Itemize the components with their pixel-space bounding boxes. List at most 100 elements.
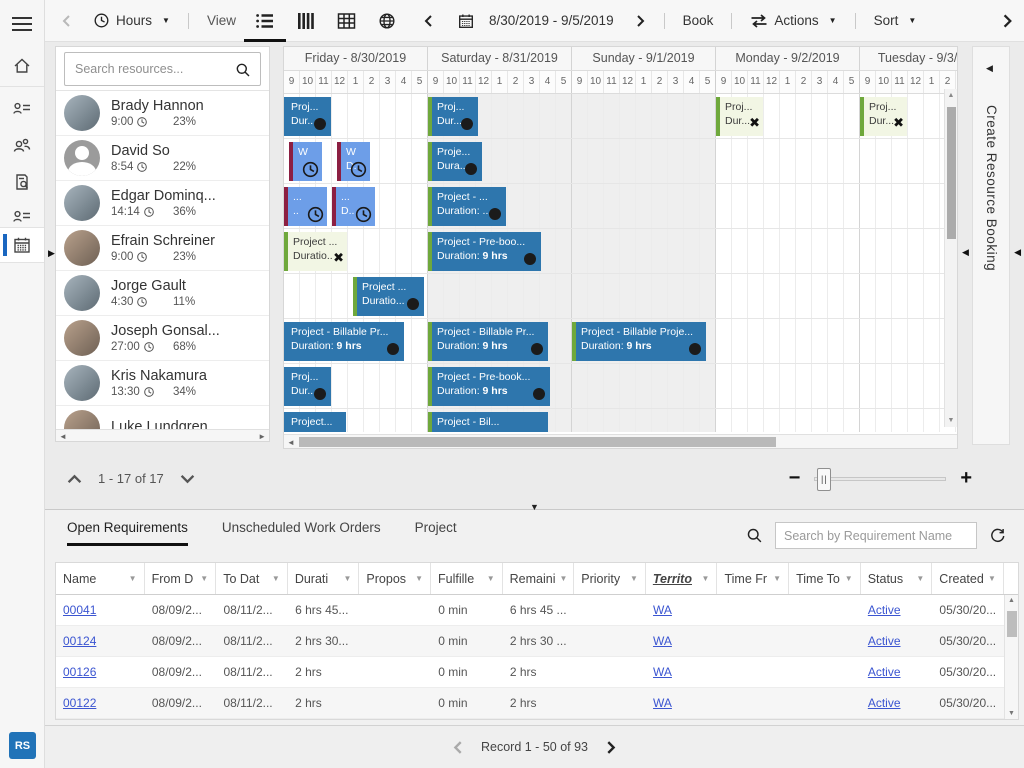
filter-caret-icon[interactable]: ▼ <box>702 574 710 583</box>
schedule-grid-body[interactable]: Proj...Dur... Proj...Dur... Proj...Dur...✖… <box>284 94 958 432</box>
filter-caret-icon[interactable]: ▼ <box>129 574 137 583</box>
table-row[interactable]: 0012208/09/2...08/11/2...2 hrs0 min2 hrs… <box>56 688 1018 719</box>
column-header-status[interactable]: Status▼ <box>861 563 933 594</box>
grid-vscrollbar[interactable]: ▲ ▼ <box>944 89 957 427</box>
booking-block[interactable]: Project ...Duratio... <box>353 277 424 316</box>
resource-search-input[interactable] <box>64 52 261 86</box>
column-header-territory[interactable]: Territo▼ <box>646 563 718 594</box>
booking-block[interactable]: WD. <box>337 142 370 181</box>
territory-link[interactable]: WA <box>653 603 672 617</box>
booking-block[interactable]: Project... <box>284 412 346 432</box>
name-link[interactable]: 00041 <box>63 603 96 617</box>
filter-caret-icon[interactable]: ▼ <box>916 574 924 583</box>
scroll-up-icon[interactable]: ▲ <box>945 92 957 99</box>
column-header-created[interactable]: Created▼ <box>932 563 1004 594</box>
scroll-down-icon[interactable]: ▼ <box>945 417 957 424</box>
column-header-time_from[interactable]: Time Fr▼ <box>717 563 789 594</box>
table-row[interactable]: 0004108/09/2...08/11/2...6 hrs 45...0 mi… <box>56 595 1018 626</box>
view-columns-button[interactable] <box>286 0 326 42</box>
filter-caret-icon[interactable]: ▼ <box>272 574 280 583</box>
refresh-icon[interactable] <box>989 527 1006 544</box>
resource-list-hscrollbar[interactable]: ◄ ► <box>56 429 269 442</box>
scroll-up-icon[interactable]: ▲ <box>1005 597 1018 604</box>
table-row[interactable]: 0012408/09/2...08/11/2...2 hrs 30...0 mi… <box>56 626 1018 657</box>
grid-vscroll-thumb[interactable] <box>947 107 956 239</box>
resource-row[interactable]: David So8:5422% <box>56 136 269 181</box>
booking-block[interactable]: Proje...Dura... <box>428 142 482 181</box>
tab-unscheduled-work-orders[interactable]: Unscheduled Work Orders <box>222 520 381 546</box>
scroll-right-icon[interactable]: ► <box>258 432 266 441</box>
column-header-proposed[interactable]: Propos▼ <box>359 563 431 594</box>
date-next-button[interactable] <box>636 14 646 28</box>
status-link[interactable]: Active <box>868 696 901 710</box>
booking-block[interactable]: Project - Billable Pr...Duration: 9 hrs <box>428 322 548 361</box>
create-resource-booking-tab[interactable]: ◀ Create Resource Booking <box>972 46 1010 445</box>
name-link[interactable]: 00126 <box>63 665 96 679</box>
filter-caret-icon[interactable]: ▼ <box>988 574 996 583</box>
column-header-name[interactable]: Name▼ <box>56 563 145 594</box>
zoom-slider-thumb[interactable]: || <box>817 468 831 491</box>
resource-row[interactable]: Kris Nakamura13:3034% <box>56 361 269 406</box>
page-down-button[interactable] <box>180 474 195 484</box>
search-icon[interactable] <box>746 527 763 544</box>
status-link[interactable]: Active <box>868 603 901 617</box>
search-icon[interactable] <box>235 62 251 78</box>
filter-caret-icon[interactable]: ▼ <box>845 574 853 583</box>
book-button[interactable]: Book <box>683 13 714 28</box>
sidebar-item-requirement-groups[interactable] <box>0 164 44 200</box>
sidebar-item-home[interactable] <box>0 48 44 84</box>
column-header-to_date[interactable]: To Dat▼ <box>216 563 288 594</box>
panel-splitter[interactable]: ▼ <box>45 497 1024 510</box>
column-header-from_date[interactable]: From D▼ <box>145 563 217 594</box>
calendar-picker-button[interactable] <box>457 12 475 30</box>
booking-block[interactable]: Proj...Dur... <box>284 97 331 136</box>
booking-block[interactable]: Project - Billable Proje...Duration: 9 h… <box>572 322 706 361</box>
booking-block[interactable]: Proj...Dur... <box>428 97 478 136</box>
view-map-button[interactable] <box>367 0 407 42</box>
column-header-remaining[interactable]: Remaini▼ <box>503 563 575 594</box>
record-prev-button[interactable] <box>452 740 463 755</box>
territory-link[interactable]: WA <box>653 665 672 679</box>
view-list-button[interactable] <box>244 0 286 42</box>
filter-caret-icon[interactable]: ▼ <box>560 574 568 583</box>
filter-caret-icon[interactable]: ▼ <box>630 574 638 583</box>
filter-caret-icon[interactable]: ▼ <box>415 574 423 583</box>
tab-open-requirements[interactable]: Open Requirements <box>67 520 188 546</box>
toolbar-overflow-next-button[interactable] <box>1002 13 1014 29</box>
panel-collapse-right-icon[interactable]: ◀ <box>1014 247 1021 258</box>
zoom-slider-track[interactable]: || <box>814 477 946 481</box>
sort-dropdown[interactable]: Sort ▼ <box>874 13 917 28</box>
filter-caret-icon[interactable]: ▼ <box>773 574 781 583</box>
resource-row[interactable]: Edgar Dominq...14:1436% <box>56 181 269 226</box>
name-link[interactable]: 00124 <box>63 634 96 648</box>
territory-link[interactable]: WA <box>653 634 672 648</box>
filter-panel-expander[interactable]: ▶ <box>48 248 55 259</box>
name-link[interactable]: 00122 <box>63 696 96 710</box>
view-grid-button[interactable] <box>326 0 367 42</box>
resource-row[interactable]: Jorge Gault4:3011% <box>56 271 269 316</box>
column-header-fulfilled[interactable]: Fulfille▼ <box>431 563 503 594</box>
zoom-out-button[interactable]: − <box>789 467 801 490</box>
booking-block[interactable]: ...D.. <box>332 187 375 226</box>
resource-row[interactable]: Joseph Gonsal...27:0068% <box>56 316 269 361</box>
panel-collapse-left-icon[interactable]: ◀ <box>962 247 969 258</box>
booking-block[interactable]: Proj...Dur...✖ <box>860 97 907 136</box>
user-avatar-badge[interactable]: RS <box>9 732 36 759</box>
date-prev-button[interactable] <box>423 14 433 28</box>
actions-dropdown[interactable]: Actions ▼ <box>750 13 836 28</box>
booking-block[interactable]: Project - Pre-book...Duration: 9 hrs <box>428 367 550 406</box>
resource-row[interactable]: Efrain Schreiner9:0023% <box>56 226 269 271</box>
booking-block[interactable]: Project - ...Duration: ... <box>428 187 506 226</box>
scroll-down-icon[interactable]: ▼ <box>1005 710 1018 717</box>
booking-block[interactable]: Project - Billable Pr...Duration: 9 hrs <box>284 322 404 361</box>
booking-block[interactable]: Project ...Duratio..✖ <box>284 232 347 271</box>
table-vscrollbar[interactable]: ▲ ▼ <box>1004 595 1018 719</box>
tab-project[interactable]: Project <box>415 520 457 546</box>
scroll-left-icon[interactable]: ◄ <box>287 438 295 447</box>
grid-hscrollbar[interactable]: ◄ <box>284 434 957 448</box>
hamburger-menu-icon[interactable] <box>12 13 32 35</box>
scale-prev-button[interactable] <box>61 14 71 28</box>
record-next-button[interactable] <box>606 740 617 755</box>
filter-caret-icon[interactable]: ▼ <box>487 574 495 583</box>
booking-block[interactable]: Proj...Dur... <box>284 367 331 406</box>
